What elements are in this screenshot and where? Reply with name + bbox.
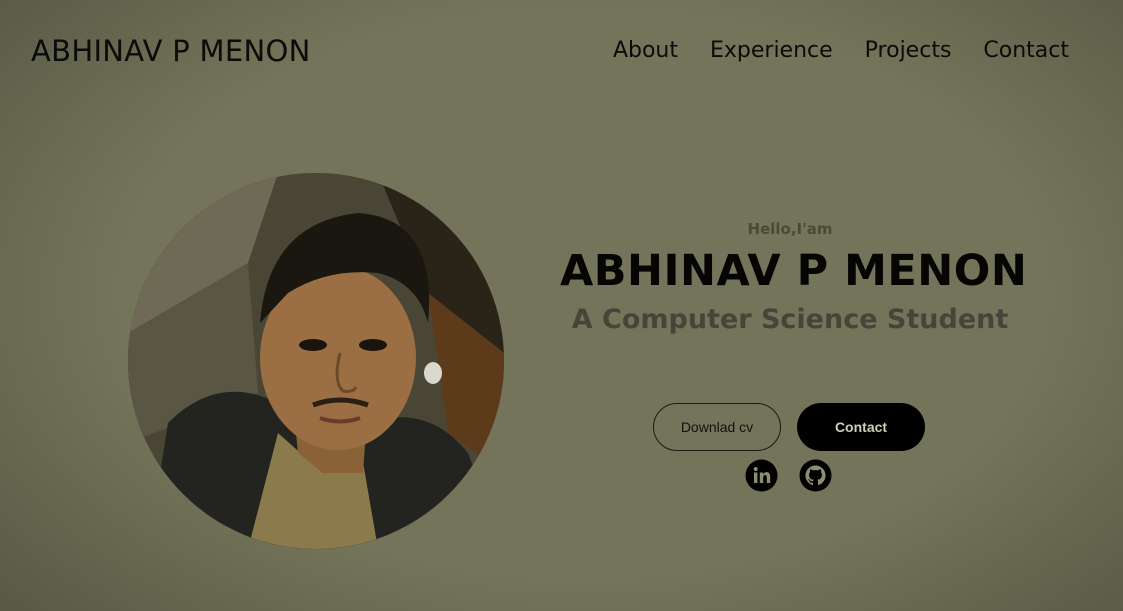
site-logo[interactable]: ABHINAV P MENON	[31, 34, 311, 68]
hero-name: ABHINAV P MENON	[560, 246, 1028, 296]
nav-projects[interactable]: Projects	[865, 38, 952, 63]
contact-button[interactable]: Contact	[797, 403, 925, 451]
nav-experience[interactable]: Experience	[710, 38, 833, 63]
nav-about[interactable]: About	[613, 38, 678, 63]
hero-section: Hello,I'am ABHINAV P MENON A Computer Sc…	[560, 215, 1028, 335]
main-nav: About Experience Projects Contact	[613, 38, 1069, 63]
download-cv-button[interactable]: Downlad cv	[653, 403, 781, 451]
github-icon[interactable]	[799, 459, 832, 492]
linkedin-icon[interactable]	[745, 459, 778, 492]
social-links	[745, 459, 832, 492]
greeting-text: Hello,I'am	[747, 220, 833, 238]
hero-buttons: Downlad cv Contact	[653, 403, 925, 451]
nav-contact[interactable]: Contact	[983, 38, 1069, 63]
hero-subtitle: A Computer Science Student	[571, 304, 1009, 335]
profile-picture	[128, 173, 504, 549]
